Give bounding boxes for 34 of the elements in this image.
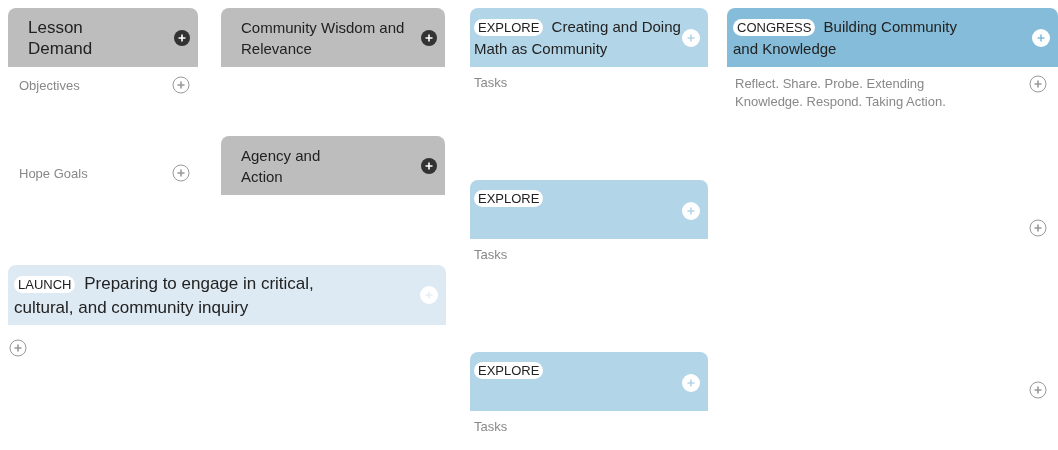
phase-tag: LAUNCH [14,275,76,293]
section-title: Agency and Action [241,145,322,187]
add-icon [9,339,27,357]
task-label: Tasks [474,75,509,90]
phase-tag: EXPLORE [474,362,544,379]
add-button[interactable] [421,157,437,174]
add-icon [682,202,700,220]
add-icon [421,157,437,174]
section-title: Community Wisdom and Relevance [241,17,406,59]
task-label: Tasks [474,419,509,434]
add-icon [421,29,437,46]
add-icon [1029,75,1047,93]
phase-title: LAUNCH Preparing to engage in critical, cultural, and community inquiry [14,272,315,319]
item-label: Hope Goals [19,165,88,181]
add-icon [172,164,190,182]
add-icon [1029,381,1047,399]
step-list: Reflect. Share. Probe. Extending Knowledge. Respond. Taking Action. [735,75,995,111]
add-icon [1029,219,1047,237]
add-button[interactable] [174,29,190,46]
phase-tag: EXPLORE [474,190,544,207]
add-icon [172,76,190,94]
phase-tag: EXPLORE [474,19,544,36]
add-button[interactable] [421,29,437,46]
add-icon [682,374,700,392]
add-icon [1032,28,1050,47]
section-title: Lesson Demand [28,16,94,59]
item-label: Objectives [19,77,80,93]
add-icon [174,29,190,46]
phase-title: CONGRESS Building Community and Knowledge [733,17,958,59]
add-icon [420,286,438,304]
phase-title: EXPLORE Creating and Doing Math as Community [474,17,682,59]
add-icon [682,28,700,47]
phase-tag: CONGRESS [733,19,816,36]
task-label: Tasks [474,247,509,262]
